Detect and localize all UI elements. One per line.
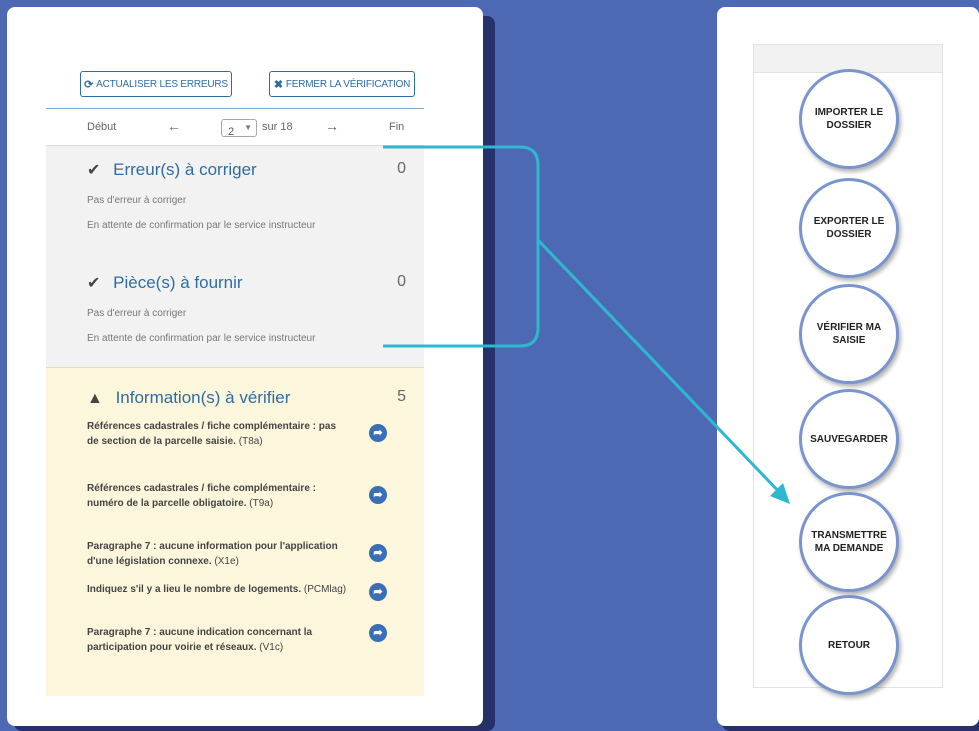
connector-arrow (383, 145, 790, 504)
bracket-line (383, 145, 540, 348)
arrow-line (536, 238, 785, 498)
